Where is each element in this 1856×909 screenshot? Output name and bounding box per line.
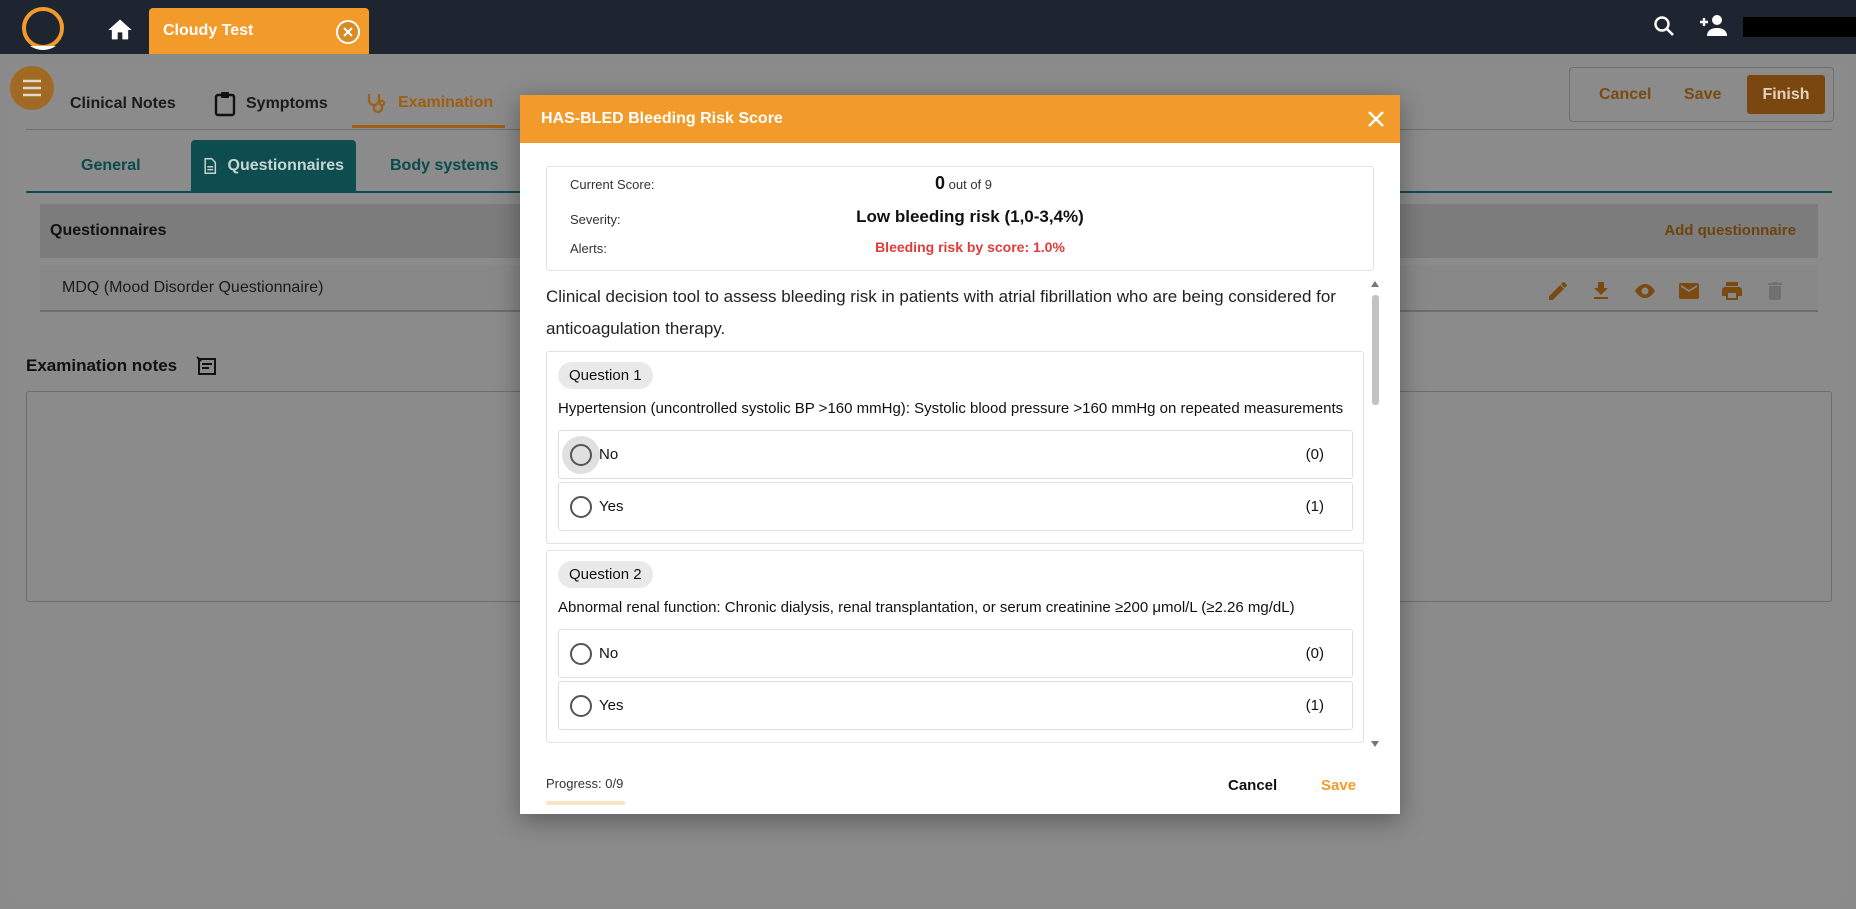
tab-clinical-notes[interactable]: Clinical Notes — [70, 80, 176, 128]
print-icon[interactable] — [1720, 279, 1744, 303]
scroll-down-arrow[interactable] — [1371, 741, 1379, 747]
question-text: Abnormal renal function: Chronic dialysi… — [558, 599, 1295, 616]
severity-value: Low bleeding risk (1,0-3,4%) — [856, 207, 1084, 226]
progress-label: Progress: 0/9 — [546, 776, 624, 791]
answer-option-yes[interactable]: Yes (1) — [558, 681, 1353, 730]
document-icon — [204, 158, 217, 174]
download-icon[interactable] — [1589, 279, 1613, 303]
option-label: Yes — [599, 697, 624, 714]
answer-option-no[interactable]: No (0) — [558, 430, 1353, 479]
menu-button[interactable] — [10, 66, 54, 110]
edit-icon[interactable] — [1546, 279, 1570, 303]
option-points: (0) — [1305, 446, 1324, 463]
dialog-header: HAS-BLED Bleeding Risk Score — [520, 95, 1400, 143]
main-tab-label: Clinical Notes — [70, 95, 176, 112]
tab-body-systems[interactable]: Body systems — [390, 140, 499, 192]
option-label: Yes — [599, 498, 624, 515]
answer-option-no[interactable]: No (0) — [558, 629, 1353, 678]
email-icon[interactable] — [1677, 279, 1701, 303]
tab-general[interactable]: General — [81, 140, 141, 192]
dialog-title: HAS-BLED Bleeding Risk Score — [541, 110, 783, 127]
radio-button[interactable] — [570, 695, 592, 717]
score-summary: Current Score: 0 out of 9 Severity: Low … — [546, 166, 1374, 271]
hamburger-icon — [23, 79, 41, 97]
scroll-thumb[interactable] — [1372, 295, 1379, 405]
main-tab-label: Examination — [398, 93, 494, 111]
score-description: Clinical decision tool to assess bleedin… — [546, 287, 1336, 338]
cancel-button[interactable]: Cancel — [1599, 86, 1651, 104]
row-actions — [1546, 279, 1787, 303]
top-bar: Cloudy Test — [0, 0, 1856, 54]
has-bled-dialog: HAS-BLED Bleeding Risk Score Current Sco… — [520, 95, 1400, 814]
radio-button[interactable] — [570, 496, 592, 518]
finish-button[interactable]: Finish — [1747, 75, 1825, 114]
radio-button[interactable] — [570, 643, 592, 665]
add-questionnaire-button[interactable]: Add questionnaire — [1664, 222, 1796, 239]
stethoscope-icon — [367, 93, 386, 113]
sub-tab-label: Body systems — [390, 157, 499, 174]
option-points: (0) — [1305, 645, 1324, 662]
dialog-body[interactable]: Clinical decision tool to assess bleedin… — [546, 281, 1364, 751]
note-scan-icon[interactable] — [195, 354, 219, 378]
clipboard-icon — [214, 92, 236, 117]
score-label: Current Score: — [570, 177, 655, 192]
scroll-up-arrow[interactable] — [1371, 281, 1379, 287]
score-suffix: out of 9 — [948, 177, 993, 192]
answer-option-yes[interactable]: Yes (1) — [558, 482, 1353, 531]
search-icon[interactable] — [1652, 14, 1676, 38]
option-points: (1) — [1305, 697, 1324, 714]
view-icon[interactable] — [1632, 279, 1658, 303]
questionnaire-title: MDQ (Mood Disorder Questionnaire) — [62, 279, 324, 296]
radio-button[interactable] — [570, 444, 592, 466]
tab-examination[interactable]: Examination — [352, 80, 506, 128]
app-logo[interactable] — [20, 6, 66, 52]
dialog-save-button[interactable]: Save — [1321, 777, 1356, 794]
question-chip: Question 2 — [558, 561, 653, 588]
scrollbar[interactable] — [1368, 281, 1382, 751]
option-label: No — [599, 645, 619, 662]
delete-icon[interactable] — [1763, 279, 1787, 303]
score-value: 0 — [935, 173, 946, 193]
close-icon[interactable] — [1366, 109, 1386, 129]
user-name-redacted[interactable] — [1743, 17, 1856, 37]
tab-symptoms[interactable]: Symptoms — [214, 80, 328, 128]
sub-tab-label: Questionnaires — [227, 157, 344, 174]
main-tab-label: Symptoms — [246, 95, 328, 112]
sub-tab-label: General — [81, 157, 141, 174]
option-label: No — [599, 446, 619, 463]
home-icon[interactable] — [106, 16, 134, 44]
questionnaires-title: Questionnaires — [50, 222, 167, 239]
progress-bar — [546, 801, 625, 805]
close-icon[interactable] — [336, 20, 360, 44]
dialog-cancel-button[interactable]: Cancel — [1228, 777, 1277, 794]
add-user-icon[interactable] — [1698, 12, 1728, 38]
question-text: Hypertension (uncontrolled systolic BP >… — [558, 400, 1344, 417]
save-button[interactable]: Save — [1684, 86, 1721, 104]
patient-tab[interactable]: Cloudy Test — [149, 8, 369, 54]
patient-tab-label: Cloudy Test — [163, 22, 254, 39]
question-card: Question 2 Abnormal renal function: Chro… — [546, 550, 1364, 743]
alert-value: Bleeding risk by score: 1.0% — [875, 239, 1065, 255]
question-card: Question 1 Hypertension (uncontrolled sy… — [546, 351, 1364, 544]
score-readout: 0 out of 9 — [935, 173, 992, 194]
question-chip: Question 1 — [558, 362, 653, 389]
tab-questionnaires[interactable]: Questionnaires — [191, 140, 356, 192]
examination-notes-title: Examination notes — [26, 356, 178, 375]
option-points: (1) — [1305, 498, 1324, 515]
